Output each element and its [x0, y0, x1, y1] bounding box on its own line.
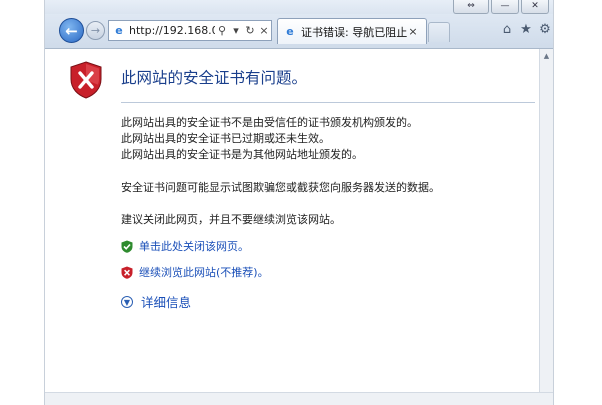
reason-line: 此网站出具的安全证书不是由受信任的证书颁发机构颁发的。 [121, 116, 418, 129]
shield-error-icon [70, 61, 102, 99]
window-controls: ⇔ — ✕ [451, 0, 549, 14]
close-page-row[interactable]: 单击此处关闭该网页。 [121, 238, 249, 254]
dropdown-icon[interactable]: ▾ [229, 24, 243, 37]
chevron-down-icon[interactable]: ▼ [121, 295, 133, 308]
restore-icon[interactable]: ⇔ [453, 0, 489, 14]
reason-line: 此网站出具的安全证书是为其他网站地址颁发的。 [121, 148, 363, 161]
horizontal-scrollbar[interactable] [45, 392, 553, 405]
browser-toolbar: ← → e http://192.168.0.… ⚲ ▾ ↻ × e 证书错误:… [45, 14, 553, 49]
favorites-icon[interactable]: ★ [518, 22, 534, 38]
close-tab-icon[interactable]: × [407, 25, 419, 38]
scroll-up-icon[interactable]: ▲ [540, 49, 553, 63]
browser-window: ⇔ — ✕ ← → e http://192.168.0.… ⚲ ▾ ↻ × e… [44, 0, 554, 405]
page-content: 此网站的安全证书有问题。 此网站出具的安全证书不是由受信任的证书颁发机构颁发的。… [45, 49, 553, 405]
more-info-link[interactable]: 详细信息 [141, 292, 191, 311]
ie-tab-favicon-icon: e [286, 25, 294, 38]
warning-text: 安全证书问题可能显示试图欺骗您或截获您向服务器发送的数据。 [121, 181, 440, 194]
green-check-shield-icon [121, 240, 133, 253]
tools-icon[interactable]: ⚙ [537, 22, 553, 38]
tab-title: 证书错误: 导航已阻止 [301, 25, 407, 39]
close-window-icon[interactable]: ✕ [521, 0, 549, 14]
red-x-shield-icon [121, 266, 133, 279]
ie-favicon-icon: e [115, 24, 123, 37]
stop-icon[interactable]: × [257, 24, 271, 37]
address-bar[interactable]: e http://192.168.0.… ⚲ ▾ ↻ × [108, 20, 272, 41]
page-title: 此网站的安全证书有问题。 [121, 69, 308, 87]
close-page-link[interactable]: 单击此处关闭该网页。 [139, 238, 249, 254]
title-divider [121, 102, 535, 103]
refresh-icon[interactable]: ↻ [243, 24, 257, 37]
continue-row[interactable]: 继续浏览此网站(不推荐)。 [121, 264, 269, 280]
tab-certificate-error[interactable]: e 证书错误: 导航已阻止 × [277, 18, 427, 44]
new-tab-button[interactable] [428, 22, 450, 42]
minimize-icon[interactable]: — [491, 0, 519, 14]
recommendation-text: 建议关闭此网页，并且不要继续浏览该网站。 [121, 213, 341, 226]
address-url[interactable]: http://192.168.0.… [129, 24, 215, 37]
forward-button[interactable]: → [86, 21, 105, 40]
reason-line: 此网站出具的安全证书已过期或还未生效。 [121, 132, 330, 145]
back-button[interactable]: ← [59, 18, 84, 43]
home-icon[interactable]: ⌂ [499, 22, 515, 38]
search-icon[interactable]: ⚲ [215, 24, 229, 37]
more-info-row[interactable]: ▼ 详细信息 [121, 292, 191, 311]
vertical-scrollbar[interactable]: ▲ ▼ [539, 49, 553, 405]
continue-link[interactable]: 继续浏览此网站(不推荐)。 [139, 264, 269, 280]
